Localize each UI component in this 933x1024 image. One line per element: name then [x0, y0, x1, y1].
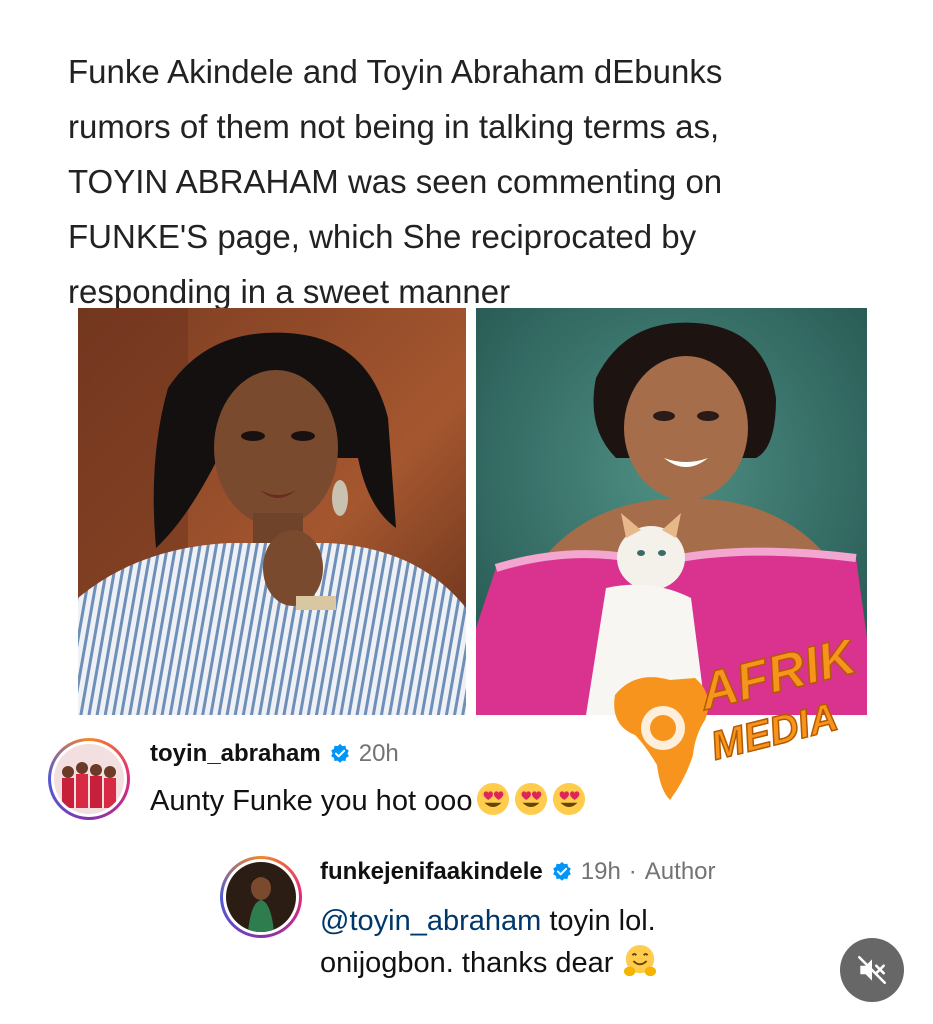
reply-username[interactable]: funkejenifaakindele — [320, 858, 543, 886]
comment-body: Aunty Funke you hot ooo — [150, 780, 586, 822]
reply-header: funkejenifaakindele 19h · Author — [320, 858, 716, 886]
speaker-muted-icon — [857, 955, 887, 985]
mention-link[interactable]: @toyin_abraham — [320, 905, 541, 937]
heart-eyes-emoji — [514, 782, 548, 816]
headline-line: FUNKE'S page, which She reciprocated by — [68, 218, 697, 255]
headline-line: Funke Akindele and Toyin Abraham dEbunks — [68, 53, 723, 90]
reply-avatar[interactable] — [220, 856, 302, 938]
verified-badge-icon — [329, 743, 351, 765]
comment-avatar[interactable] — [48, 738, 130, 820]
heart-eyes-emoji — [552, 782, 586, 816]
heart-eyes-emoji — [476, 782, 510, 816]
mute-toggle-button[interactable] — [840, 938, 904, 1002]
afrik-media-watermark: AFRIK MEDIA — [575, 640, 895, 810]
comment-header: toyin_abraham 20h — [150, 740, 399, 768]
headline-line: rumors of them not being in talking term… — [68, 108, 720, 145]
comment-timestamp: 20h — [358, 740, 399, 767]
funke-akindele-photo — [78, 308, 466, 715]
post-headline: Funke Akindele and Toyin Abraham dEbunks… — [68, 44, 868, 319]
headline-line: TOYIN ABRAHAM was seen commenting on — [68, 163, 723, 200]
hugging-face-emoji — [623, 944, 657, 978]
comment-username[interactable]: toyin_abraham — [150, 740, 321, 768]
reply-text-line1: toyin lol. — [549, 905, 656, 937]
reply-body: @toyin_abraham toyin lol. onijogbon. tha… — [320, 900, 657, 984]
author-badge: Author — [644, 858, 716, 885]
africa-aperture-logo — [614, 677, 709, 800]
meta-separator: · — [628, 858, 637, 885]
reply-text-line2: onijogbon. thanks dear — [320, 947, 614, 979]
reply-timestamp: 19h — [580, 858, 621, 885]
verified-badge-icon — [551, 861, 573, 883]
comment-text: Aunty Funke you hot ooo — [150, 785, 473, 817]
